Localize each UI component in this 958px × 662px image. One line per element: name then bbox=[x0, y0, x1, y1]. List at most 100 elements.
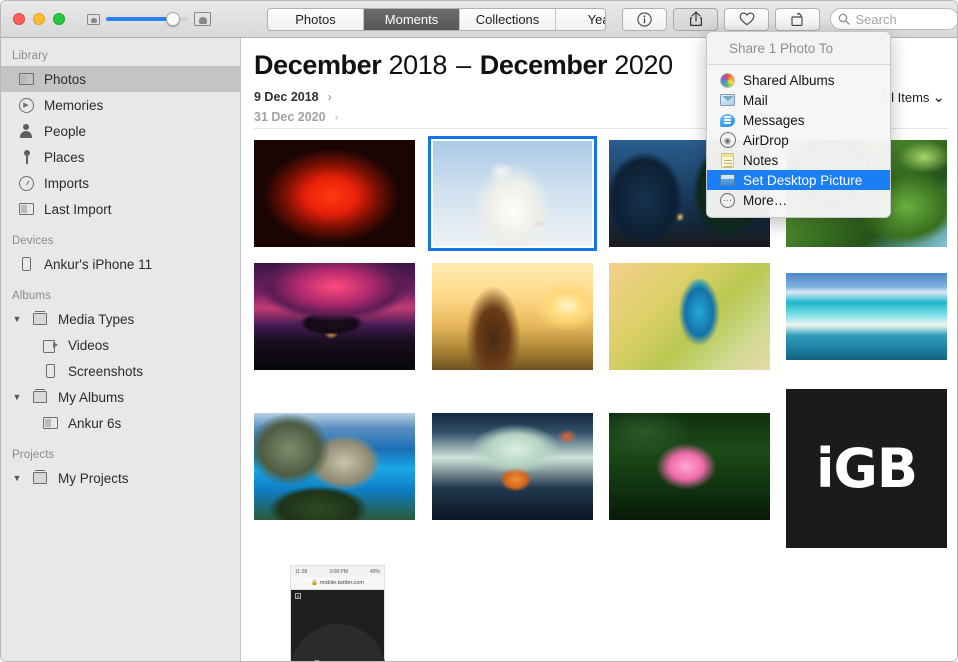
tab-photos[interactable]: Photos bbox=[268, 8, 364, 30]
sidebar-section-devices: Devices bbox=[12, 235, 54, 247]
close-icon: ✕ bbox=[295, 593, 301, 599]
sidebar-item-imports[interactable]: Imports bbox=[1, 170, 240, 196]
sidebar-item-label: Places bbox=[44, 149, 85, 165]
sidebar-item-label: Media Types bbox=[58, 311, 135, 327]
search-icon bbox=[839, 13, 851, 25]
messages-icon bbox=[719, 112, 736, 129]
stack-icon bbox=[31, 310, 49, 325]
sidebar-item-last-import[interactable]: Last Import bbox=[1, 196, 240, 222]
photo-orange-blossom[interactable] bbox=[432, 413, 593, 520]
photo-navagio-beach[interactable] bbox=[254, 413, 415, 520]
sidebar-item-label: Memories bbox=[44, 97, 104, 113]
zoom-slider[interactable] bbox=[106, 12, 188, 26]
share-item-messages[interactable]: Messages bbox=[707, 110, 890, 130]
sidebar-item-memories[interactable]: ▶ Memories bbox=[1, 92, 240, 118]
zoom-slider-knob[interactable] bbox=[166, 12, 180, 26]
chevron-down-icon[interactable]: ▼ bbox=[11, 392, 23, 402]
sidebar-item-photos[interactable]: Photos bbox=[1, 66, 240, 92]
search-input[interactable]: Search bbox=[830, 8, 957, 30]
photo-amaryllis-flower[interactable] bbox=[254, 140, 415, 247]
screenshot-logo-text: iGB bbox=[312, 657, 363, 661]
photo-igb-screenshot[interactable]: 11:28 3:08 PM 40% 🔒 mobile.twitter.com ✕… bbox=[289, 565, 386, 661]
chevron-down-icon[interactable]: ▼ bbox=[11, 314, 23, 324]
sidebar-section-albums: Albums bbox=[12, 290, 51, 302]
share-button[interactable] bbox=[673, 7, 719, 31]
rotate-icon bbox=[791, 12, 803, 26]
tab-collections[interactable]: Collections bbox=[460, 8, 556, 30]
sidebar-item-my-projects[interactable]: ▼ My Projects bbox=[1, 465, 240, 491]
sidebar: Library Photos ▶ Memories People Places … bbox=[1, 38, 241, 661]
photo-pink-lotus[interactable] bbox=[609, 413, 770, 520]
igb-logo-text: iGB bbox=[816, 437, 918, 500]
photo-lone-tree-sunset[interactable] bbox=[254, 263, 415, 370]
screenshot-status-bar: 11:28 3:08 PM 40% bbox=[291, 566, 384, 577]
lock-icon: 🔒 bbox=[311, 580, 318, 586]
sidebar-item-label: People bbox=[44, 123, 87, 139]
share-item-more[interactable]: ⋯ More… bbox=[707, 190, 890, 210]
photo-tropical-beach[interactable] bbox=[786, 273, 947, 360]
share-item-label: More… bbox=[743, 192, 788, 208]
status-battery: 40% bbox=[369, 568, 380, 575]
status-time-center: 3:08 PM bbox=[329, 568, 348, 575]
heart-icon bbox=[739, 12, 755, 26]
tab-years[interactable]: Years bbox=[556, 8, 606, 30]
large-photo-icon bbox=[194, 12, 211, 26]
share-item-airdrop[interactable]: ◉ AirDrop bbox=[707, 130, 890, 150]
sidebar-item-label: Last Import bbox=[44, 201, 112, 217]
sidebar-item-media-types[interactable]: ▼ Media Types bbox=[1, 306, 240, 332]
photos-app-window: Photos Moments Collections Years bbox=[0, 0, 958, 662]
tab-moments[interactable]: Moments bbox=[364, 8, 460, 30]
sidebar-item-videos[interactable]: Videos bbox=[1, 332, 240, 358]
desktop-picture-icon bbox=[719, 172, 736, 189]
share-item-label: Mail bbox=[743, 92, 768, 108]
photo-white-dog[interactable] bbox=[428, 136, 597, 251]
sidebar-item-screenshots[interactable]: Screenshots bbox=[1, 358, 240, 384]
small-photo-icon bbox=[87, 13, 100, 25]
share-popover-title: Share 1 Photo To bbox=[707, 32, 890, 65]
sidebar-item-ankur-6s[interactable]: Ankur 6s bbox=[1, 410, 240, 436]
phone-icon bbox=[17, 257, 35, 271]
sidebar-section-projects: Projects bbox=[12, 449, 55, 461]
status-time-left: 11:28 bbox=[295, 568, 308, 575]
resize-handle[interactable] bbox=[942, 646, 956, 660]
phone-icon bbox=[41, 364, 59, 378]
person-icon bbox=[17, 124, 35, 138]
mail-icon bbox=[719, 92, 736, 109]
sidebar-section-library: Library bbox=[12, 50, 48, 62]
sidebar-item-ankurs-iphone-11[interactable]: Ankur's iPhone 11 bbox=[1, 251, 240, 277]
share-item-set-desktop-picture[interactable]: Set Desktop Picture bbox=[707, 170, 890, 190]
memories-icon: ▶ bbox=[17, 97, 35, 113]
view-mode-segmented-control[interactable]: Photos Moments Collections Years bbox=[267, 7, 607, 31]
share-item-label: Shared Albums bbox=[743, 72, 835, 88]
close-window-button[interactable] bbox=[13, 13, 25, 25]
share-item-shared-albums[interactable]: Shared Albums bbox=[707, 70, 890, 90]
share-popover-list: Shared Albums Mail Messages ◉ AirDrop No… bbox=[707, 65, 890, 214]
chevron-down-icon[interactable]: ▼ bbox=[11, 473, 23, 483]
shared-albums-icon bbox=[719, 72, 736, 89]
sidebar-item-label: Ankur 6s bbox=[68, 415, 122, 431]
photo-girl-in-field[interactable] bbox=[432, 263, 593, 370]
info-button[interactable] bbox=[622, 7, 668, 31]
more-icon: ⋯ bbox=[719, 192, 736, 209]
traffic-lights bbox=[13, 13, 65, 25]
photo-kingfisher[interactable] bbox=[609, 263, 770, 370]
rotate-button[interactable] bbox=[775, 7, 821, 31]
screenshot-url-text: mobile.twitter.com bbox=[319, 580, 364, 586]
maximize-window-button[interactable] bbox=[53, 13, 65, 25]
stack-icon bbox=[31, 469, 49, 484]
notes-icon bbox=[719, 152, 736, 169]
sidebar-item-places[interactable]: Places bbox=[1, 144, 240, 170]
share-item-notes[interactable]: Notes bbox=[707, 150, 890, 170]
photo-igb-logo[interactable]: iGB bbox=[786, 389, 947, 548]
thumbnail-zoom-control[interactable] bbox=[87, 12, 211, 26]
sidebar-item-label: Screenshots bbox=[68, 363, 144, 379]
airdrop-icon: ◉ bbox=[719, 132, 736, 149]
sidebar-item-label: Videos bbox=[68, 337, 110, 353]
favorite-button[interactable] bbox=[724, 7, 770, 31]
sidebar-item-people[interactable]: People bbox=[1, 118, 240, 144]
minimize-window-button[interactable] bbox=[33, 13, 45, 25]
toolbar-action-buttons bbox=[622, 7, 821, 31]
share-item-mail[interactable]: Mail bbox=[707, 90, 890, 110]
info-icon bbox=[637, 11, 653, 27]
sidebar-item-my-albums[interactable]: ▼ My Albums bbox=[1, 384, 240, 410]
